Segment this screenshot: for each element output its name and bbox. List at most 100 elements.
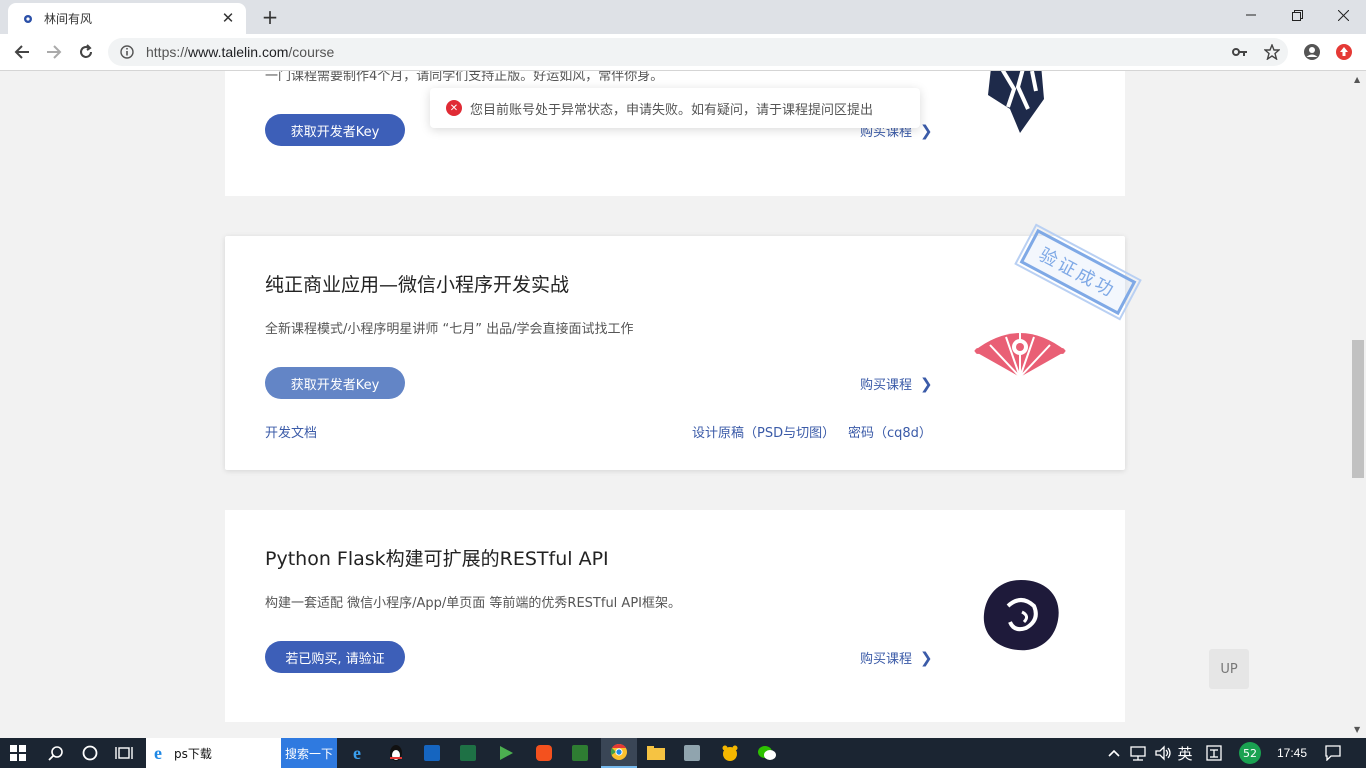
windows-logo-icon bbox=[10, 745, 26, 761]
scrollbar-thumb[interactable] bbox=[1352, 340, 1364, 478]
notification-icon bbox=[1325, 745, 1341, 761]
taskbar-search-submit[interactable]: 搜索一下 bbox=[281, 738, 337, 768]
leaf-mask-logo bbox=[988, 71, 1044, 133]
arrow-right-icon bbox=[47, 45, 62, 59]
edge-e-icon: e bbox=[353, 744, 361, 762]
taskbar-app-chat[interactable] bbox=[713, 738, 747, 768]
chrome-icon bbox=[610, 743, 627, 760]
get-developer-key-button[interactable]: 获取开发者Key bbox=[265, 114, 405, 146]
photo-app-icon bbox=[536, 745, 552, 761]
cortana-ring-icon bbox=[82, 745, 98, 761]
password-link[interactable]: 密码（cq8d） bbox=[848, 422, 932, 441]
ime-mode-button[interactable] bbox=[1202, 738, 1226, 768]
extension-button[interactable] bbox=[1332, 40, 1356, 64]
taskbar-app-qq[interactable] bbox=[379, 738, 413, 768]
buy-course-link[interactable]: 购买课程 ❯ bbox=[860, 648, 933, 668]
network-icon bbox=[1130, 746, 1146, 761]
arrow-left-icon bbox=[14, 45, 29, 59]
course-card-active: 纯正商业应用—微信小程序开发实战 全新课程模式/小程序明星讲师 “七月” 出品/… bbox=[225, 236, 1125, 470]
restore-icon bbox=[1291, 9, 1303, 21]
error-toast: ✕ 您目前账号处于异常状态，申请失败。如有疑问，请于课程提问区提出 bbox=[430, 88, 920, 128]
url-text: https://www.talelin.com/course bbox=[146, 44, 335, 60]
ie-e-icon: e bbox=[154, 744, 162, 762]
site-favicon-icon bbox=[24, 14, 32, 23]
taskbar-search-text: ps下载 bbox=[174, 746, 212, 761]
qq-penguin-icon bbox=[390, 745, 402, 761]
back-button[interactable] bbox=[10, 40, 34, 64]
taskbar-search-box[interactable]: e ps下载 bbox=[146, 738, 281, 768]
ime-language-indicator[interactable]: 英 bbox=[1174, 738, 1196, 768]
buy-course-label: 购买课程 bbox=[860, 652, 913, 667]
course-title: Python Flask构建可扩展的RESTful API bbox=[265, 548, 609, 570]
security-badge-button[interactable]: 52 bbox=[1237, 738, 1263, 768]
ime-grid-icon bbox=[1206, 745, 1222, 761]
design-files-link[interactable]: 设计原稿（PSD与切图） bbox=[692, 422, 835, 441]
taskbar-app-excel[interactable] bbox=[451, 738, 485, 768]
close-tab-icon[interactable]: ✕ bbox=[220, 11, 236, 26]
scroll-up-arrow-icon[interactable]: ▲ bbox=[1354, 75, 1360, 84]
address-bar[interactable]: https://www.talelin.com/course bbox=[108, 38, 1288, 66]
verify-purchase-button[interactable]: 若已购买, 请验证 bbox=[265, 641, 405, 673]
excel-icon bbox=[460, 745, 476, 761]
taskbar-app-ie[interactable]: e bbox=[343, 738, 377, 768]
scroll-down-arrow-icon[interactable]: ▼ bbox=[1354, 725, 1360, 734]
taskbar-app-wechat[interactable] bbox=[749, 738, 785, 768]
password-key-button[interactable] bbox=[1228, 40, 1252, 64]
tab-title: 林间有风 bbox=[44, 12, 93, 26]
action-center-button[interactable] bbox=[1320, 738, 1346, 768]
chevron-right-icon: ❯ bbox=[920, 121, 933, 140]
taskbar-app-chrome[interactable] bbox=[601, 738, 637, 768]
course-description: 全新课程模式/小程序明星讲师 “七月” 出品/学会直接面试找工作 bbox=[265, 322, 634, 337]
folder-icon bbox=[647, 746, 665, 760]
bookmark-button[interactable] bbox=[1260, 40, 1284, 64]
browser-tab[interactable]: 林间有风 ✕ bbox=[8, 3, 246, 34]
close-icon bbox=[1337, 9, 1349, 21]
security-badge: 52 bbox=[1239, 742, 1261, 764]
course-description: 一门课程需要制作4个月，请同学们支持正版。好运如风，常伴你身。 bbox=[265, 71, 664, 84]
buy-course-link[interactable]: 购买课程 ❯ bbox=[860, 374, 933, 394]
taskbar-app-player[interactable] bbox=[489, 738, 523, 768]
swirl-crest-logo bbox=[983, 580, 1059, 651]
svg-text:e: e bbox=[353, 744, 361, 762]
browser-toolbar: https://www.talelin.com/course bbox=[0, 34, 1366, 71]
folding-fan-logo bbox=[974, 333, 1066, 378]
start-button[interactable] bbox=[0, 738, 36, 768]
page-scrollbar[interactable]: ▲ ▼ bbox=[1350, 71, 1366, 738]
minimize-button[interactable] bbox=[1228, 0, 1274, 30]
course-description: 构建一套适配 微信小程序/App/单页面 等前端的优秀RESTful API框架… bbox=[265, 596, 681, 611]
taskbar-app-explorer[interactable] bbox=[639, 738, 673, 768]
course-card: Python Flask构建可扩展的RESTful API 构建一套适配 微信小… bbox=[225, 510, 1125, 722]
task-view-icon bbox=[115, 747, 133, 759]
tray-overflow-button[interactable] bbox=[1104, 738, 1124, 768]
tab-strip: 林间有风 ✕ + bbox=[0, 0, 1366, 34]
clock[interactable]: 17:45 bbox=[1270, 738, 1314, 768]
taskbar-app-editor[interactable] bbox=[563, 738, 597, 768]
reload-button[interactable] bbox=[74, 40, 98, 64]
taskbar-app-photo[interactable] bbox=[527, 738, 561, 768]
error-icon: ✕ bbox=[446, 100, 462, 116]
minimize-icon bbox=[1246, 14, 1256, 16]
profile-button[interactable] bbox=[1300, 40, 1324, 64]
taskbar-app-store[interactable] bbox=[415, 738, 449, 768]
remote-desktop-icon bbox=[684, 745, 700, 761]
close-window-button[interactable] bbox=[1320, 0, 1366, 30]
search-button[interactable] bbox=[40, 738, 72, 768]
scroll-to-top-button[interactable]: UP bbox=[1209, 649, 1249, 689]
course-title: 纯正商业应用—微信小程序开发实战 bbox=[265, 274, 570, 296]
get-developer-key-button[interactable]: 获取开发者Key bbox=[265, 367, 405, 399]
volume-tray-button[interactable] bbox=[1152, 738, 1176, 768]
new-tab-button[interactable]: + bbox=[258, 6, 282, 28]
forward-button[interactable] bbox=[42, 40, 66, 64]
info-icon[interactable] bbox=[120, 45, 134, 59]
taskbar-app-remote[interactable] bbox=[675, 738, 709, 768]
cortana-button[interactable] bbox=[74, 738, 106, 768]
toast-message: 您目前账号处于异常状态，申请失败。如有疑问，请于课程提问区提出 bbox=[470, 102, 874, 118]
key-icon bbox=[1232, 48, 1247, 56]
network-tray-button[interactable] bbox=[1126, 738, 1150, 768]
chevron-right-icon: ❯ bbox=[920, 648, 933, 667]
restore-button[interactable] bbox=[1274, 0, 1320, 30]
app-store-icon bbox=[424, 745, 440, 761]
task-view-button[interactable] bbox=[108, 738, 140, 768]
dev-docs-link[interactable]: 开发文档 bbox=[265, 422, 317, 441]
wechat-icon bbox=[758, 746, 776, 760]
